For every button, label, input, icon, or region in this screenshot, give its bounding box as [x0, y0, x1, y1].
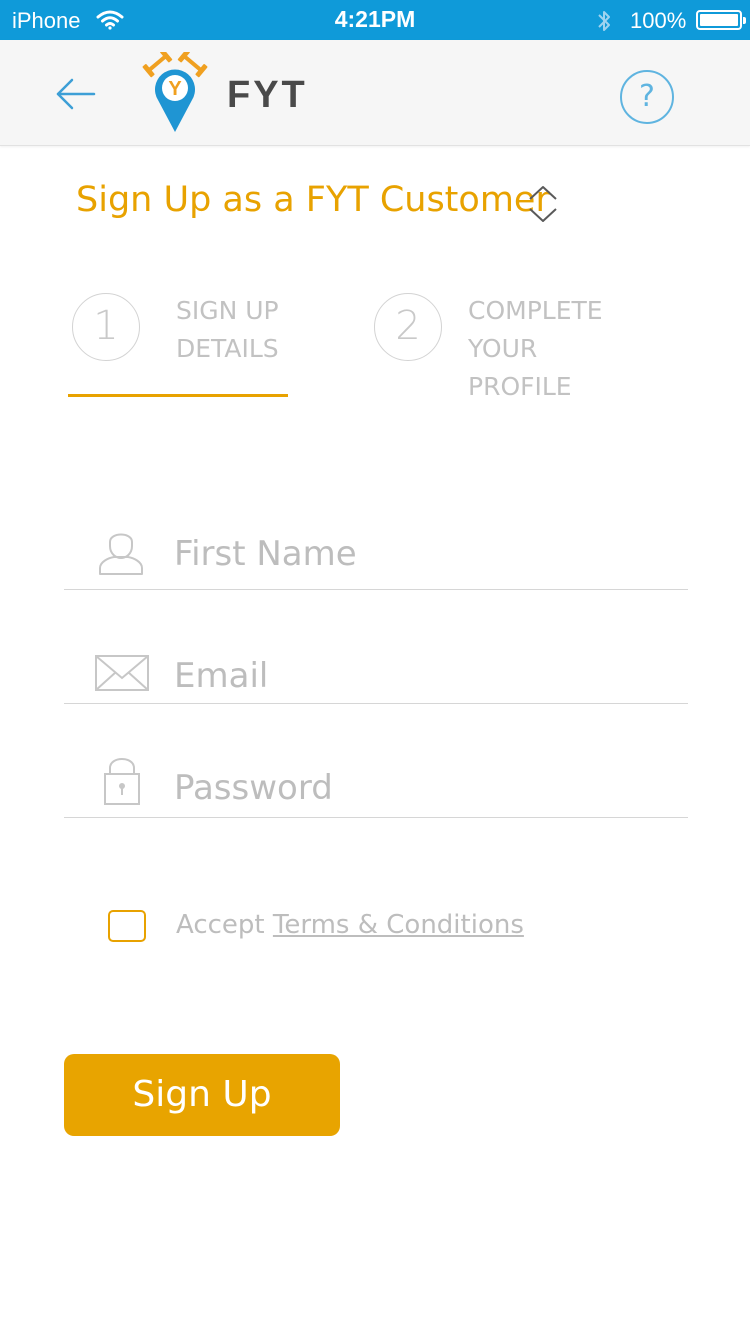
step-label-line: COMPLETE [468, 296, 603, 325]
step-label-line: DETAILS [176, 334, 279, 363]
password-field [64, 728, 688, 818]
status-bar: iPhone 4:21PM 100% [0, 0, 750, 40]
first-name-input[interactable] [174, 534, 674, 574]
terms-text: Accept Terms & Conditions [176, 910, 524, 940]
question-icon: ? [639, 79, 655, 114]
envelope-icon [94, 654, 150, 697]
svg-text:Y: Y [168, 78, 182, 100]
role-toggle-button[interactable] [526, 184, 560, 224]
sign-up-button[interactable]: Sign Up [64, 1054, 340, 1136]
step-number: 2 [374, 293, 442, 361]
help-button[interactable]: ? [620, 70, 674, 124]
terms-link[interactable]: Terms & Conditions [273, 910, 524, 940]
active-step-indicator [68, 394, 288, 397]
step-label: SIGN UP DETAILS [176, 292, 279, 368]
back-button[interactable] [50, 74, 102, 114]
terms-prefix: Accept [176, 910, 273, 940]
fyt-logo-icon: Y [140, 49, 220, 136]
brand-name: FYT [227, 74, 308, 116]
step-label-line: SIGN UP [176, 296, 279, 325]
battery-icon [696, 10, 746, 30]
bluetooth-icon [596, 8, 612, 39]
step-number: 1 [72, 293, 140, 361]
page-title: Sign Up as a FYT Customer [76, 180, 550, 220]
email-field [64, 614, 688, 704]
chevron-up-down-icon [529, 186, 557, 222]
step-label: COMPLETE YOUR PROFILE [468, 292, 603, 406]
step-label-line: YOUR PROFILE [468, 334, 572, 401]
lock-icon [102, 754, 142, 811]
user-icon [94, 528, 148, 581]
terms-checkbox[interactable] [108, 910, 146, 942]
first-name-field [64, 500, 688, 590]
arrow-left-icon [56, 78, 96, 110]
nav-bar: Y FYT ? [0, 40, 750, 146]
email-input[interactable] [174, 656, 674, 696]
password-input[interactable] [174, 768, 674, 808]
battery-percent: 100% [630, 8, 687, 33]
